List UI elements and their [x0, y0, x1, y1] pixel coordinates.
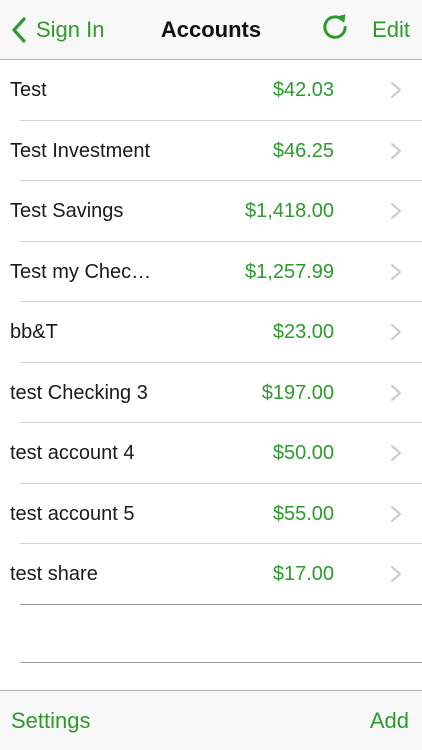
account-balance: $50.00: [272, 442, 334, 464]
account-row[interactable]: test account 5 $55.00: [0, 484, 422, 544]
settings-button[interactable]: Settings: [11, 691, 91, 750]
chevron-right-icon: [390, 444, 402, 462]
accounts-list: Test $42.03 Test Investment $46.25 Test …: [0, 60, 422, 605]
account-row[interactable]: Test Investment $46.25: [0, 121, 422, 181]
accounts-screen: Sign In Accounts Edit Test $42.03 Test I…: [0, 0, 422, 750]
row-divider: [20, 662, 422, 663]
chevron-right-icon: [390, 142, 402, 160]
account-balance: $17.00: [272, 563, 334, 585]
list-footer-space: [0, 603, 422, 689]
chevron-right-icon: [390, 565, 402, 583]
account-balance: $1,418.00: [245, 200, 334, 222]
account-name: test Checking 3: [10, 381, 148, 404]
add-account-button[interactable]: Add: [370, 691, 409, 750]
account-name: test account 4: [10, 442, 135, 464]
account-row[interactable]: test Checking 3 $197.00: [0, 363, 422, 423]
account-name: test account 5: [10, 502, 135, 525]
account-name: Test Investment: [10, 139, 151, 162]
back-button[interactable]: Sign In: [8, 0, 105, 59]
chevron-right-icon: [390, 263, 402, 281]
account-name: Test my Chec…: [10, 260, 152, 283]
account-balance: $197.00: [261, 381, 334, 404]
account-row[interactable]: test share $17.00: [0, 544, 422, 605]
chevron-right-icon: [390, 384, 402, 402]
back-button-label: Sign In: [36, 16, 105, 42]
chevron-right-icon: [390, 323, 402, 341]
account-balance: $42.03: [272, 79, 334, 101]
account-name: Test Savings: [10, 200, 124, 222]
chevron-right-icon: [390, 505, 402, 523]
account-balance: $1,257.99: [245, 260, 334, 283]
account-row[interactable]: Test Savings $1,418.00: [0, 181, 422, 242]
navigation-bar: Sign In Accounts Edit: [0, 0, 422, 60]
edit-button[interactable]: Edit: [372, 0, 410, 59]
refresh-button[interactable]: [318, 12, 352, 46]
refresh-icon: [320, 12, 350, 47]
chevron-right-icon: [390, 81, 402, 99]
account-balance: $46.25: [272, 139, 334, 162]
account-balance: $23.00: [272, 321, 334, 343]
account-name: Test: [10, 79, 47, 101]
account-row[interactable]: bb&T $23.00: [0, 302, 422, 363]
chevron-left-icon: [8, 16, 30, 44]
account-name: test share: [10, 563, 98, 585]
account-row[interactable]: Test my Chec… $1,257.99: [0, 242, 422, 302]
chevron-right-icon: [390, 202, 402, 220]
account-balance: $55.00: [272, 502, 334, 525]
bottom-toolbar: Settings Add: [0, 690, 422, 750]
account-row[interactable]: Test $42.03: [0, 60, 422, 121]
account-row[interactable]: test account 4 $50.00: [0, 423, 422, 484]
account-name: bb&T: [10, 321, 58, 343]
